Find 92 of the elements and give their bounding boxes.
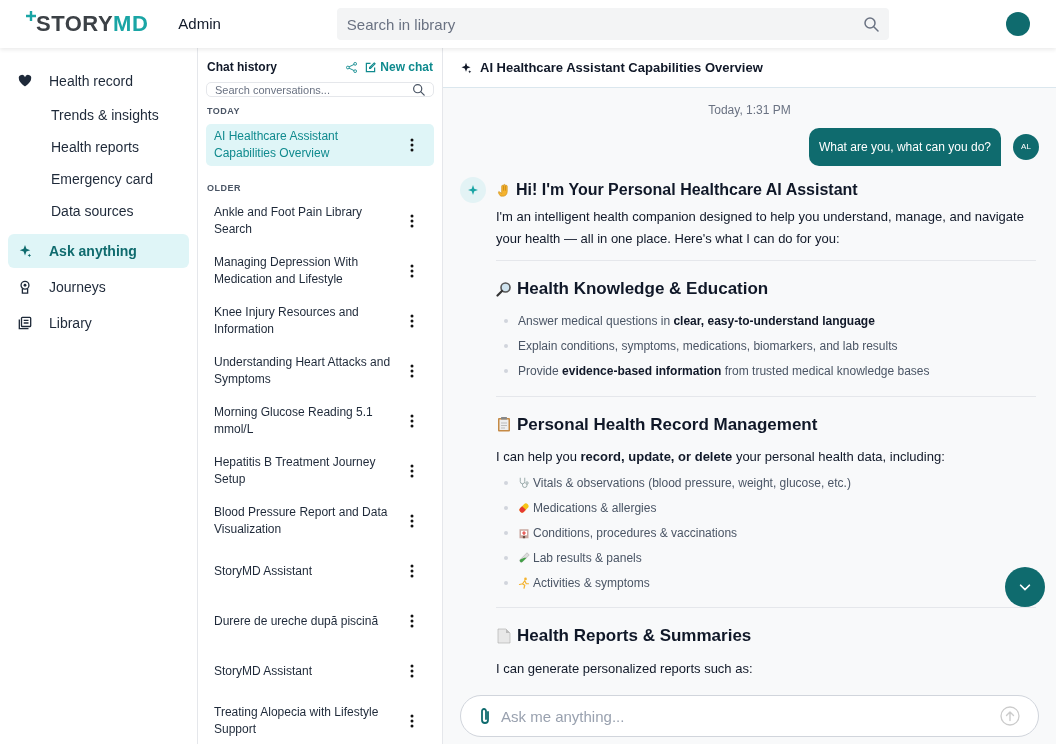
list-item: Activities & symptoms <box>533 574 650 592</box>
more-icon[interactable] <box>410 514 414 528</box>
timestamp: Today, 1:31 PM <box>708 102 791 119</box>
bullet-icon <box>504 319 508 323</box>
more-icon[interactable] <box>410 137 414 152</box>
paragraph: I can help you record, update, or delete your personal health data, including: <box>496 448 946 466</box>
search-icon <box>862 16 879 32</box>
chat-item[interactable]: Treating Alopecia with Lifestyle Support <box>206 700 434 742</box>
test-tube-icon <box>518 551 530 564</box>
scroll-down-button[interactable] <box>1005 567 1045 607</box>
chat-item[interactable]: StoryMD Assistant <box>206 650 434 692</box>
sidebar-item[interactable]: Library <box>8 306 189 340</box>
search-field[interactable]: Search conversations... <box>206 82 434 97</box>
section-title: Admin <box>178 13 221 34</box>
paragraph: I'm an intelligent health companion designed to help you understand, manage, and navigate your health — all in one place. Here's what I can do for you: <box>496 208 1025 248</box>
bullet-icon <box>504 530 508 535</box>
chat-item[interactable]: Understanding Heart Attacks and Symptoms <box>206 350 434 392</box>
more-icon[interactable] <box>410 614 414 628</box>
list-item: Conditions, procedures & vaccinations <box>533 524 738 542</box>
sparkle-icon <box>18 244 32 258</box>
sparkle-icon <box>468 185 478 195</box>
more-icon[interactable] <box>410 264 414 278</box>
chat-item[interactable]: Managing Depression With Medication and Lifestyle <box>206 250 434 292</box>
chat-item[interactable]: AI Healthcare Assistant Capabilities Overview <box>206 123 434 166</box>
group-label: TODAY <box>206 105 241 118</box>
group-label: OLDER <box>206 181 242 195</box>
bullet-icon <box>504 480 508 485</box>
more-icon[interactable] <box>410 464 414 478</box>
paragraph: I can generate personalized reports such as: <box>496 659 754 678</box>
sidebar-subitem[interactable]: Data sources <box>8 196 189 226</box>
bullet-icon <box>504 505 508 510</box>
more-icon[interactable] <box>410 314 414 328</box>
more-icon[interactable] <box>410 414 414 428</box>
section-heading: Health Reports & Summaries <box>517 625 752 647</box>
chat-item[interactable]: Durere de ureche după piscină <box>206 600 434 642</box>
sidebar-subitem[interactable]: Health reports <box>8 132 189 162</box>
more-icon[interactable] <box>410 714 414 728</box>
conversation-title: AI Healthcare Assistant Capabilities Overview <box>480 58 763 77</box>
heart-icon <box>18 74 32 88</box>
panel-title: Chat history <box>207 59 277 76</box>
search-icon <box>496 280 512 297</box>
avatar[interactable] <box>1006 12 1030 36</box>
paperclip-icon[interactable] <box>479 707 491 725</box>
more-icon[interactable] <box>410 364 414 378</box>
more-icon[interactable] <box>410 664 414 678</box>
sidebar-item[interactable]: Health record <box>8 64 189 98</box>
message-input[interactable]: Ask me anything... <box>460 695 1039 737</box>
hand-icon <box>496 182 511 198</box>
reply-title: Hi! I'm Your Personal Healthcare AI Assistant <box>516 180 858 200</box>
chat-item[interactable]: Hepatitis B Treatment Journey Setup <box>206 450 434 492</box>
sidebar-subitem[interactable]: Trends & insights <box>8 100 189 130</box>
edit-icon <box>365 61 377 73</box>
message-bubble: What are you, what can you do? <box>808 128 1001 166</box>
pill-icon <box>518 501 530 514</box>
new-chat-button[interactable]: New chat <box>365 58 433 76</box>
chat-item[interactable]: StoryMD Assistant <box>206 550 434 592</box>
search-field[interactable]: Search conversations... <box>215 83 412 96</box>
stethoscope-icon <box>518 476 530 489</box>
chat-item[interactable]: Knee Injury Resources and Information <box>206 300 434 342</box>
list-item: Lab results & panels <box>533 549 642 567</box>
chat-item[interactable]: Blood Pressure Report and Data Visualization <box>206 500 434 542</box>
sidebar-item[interactable]: Journeys <box>8 270 189 304</box>
plus-icon <box>26 11 36 21</box>
sparkle-icon <box>460 61 472 74</box>
sidebar-subitem[interactable]: Emergency card <box>8 164 189 194</box>
running-person-icon <box>518 576 530 589</box>
sidebar-item[interactable]: Ask anything <box>8 234 189 268</box>
section-heading: Personal Health Record Management <box>517 413 818 436</box>
list-item: Medications & allergies <box>533 499 657 517</box>
list-item: Provide evidence-based information from trusted medical knowledge bases <box>518 363 930 380</box>
award-icon <box>18 280 32 294</box>
hospital-icon <box>518 526 530 539</box>
search-icon <box>412 83 425 96</box>
list-item: Vitals & observations (blood pressure, weight, glucose, etc.) <box>533 474 851 492</box>
bullet-icon <box>504 344 508 348</box>
user-avatar: AL <box>1013 134 1039 160</box>
book-icon <box>18 316 32 330</box>
document-icon <box>496 627 512 644</box>
bullet-icon <box>504 369 508 373</box>
list-item: Answer medical questions in clear, easy-to-understand language <box>518 313 875 330</box>
chat-item[interactable]: Ankle and Foot Pain Library Search <box>206 200 434 242</box>
clipboard-icon <box>496 416 512 433</box>
chat-item[interactable]: Morning Glucose Reading 5.1 mmol/L <box>206 400 434 442</box>
more-icon[interactable] <box>410 214 414 228</box>
logo: STORYMD <box>26 13 149 35</box>
more-icon[interactable] <box>410 564 414 578</box>
section-heading: Health Knowledge & Education <box>517 278 769 300</box>
share-icon[interactable] <box>346 61 358 73</box>
message-input[interactable]: Ask me anything... <box>501 696 990 736</box>
bullet-icon <box>504 580 508 585</box>
bullet-icon <box>504 555 508 560</box>
list-item: Explain conditions, symptoms, medications, biomarkers, and lab results <box>518 338 898 355</box>
